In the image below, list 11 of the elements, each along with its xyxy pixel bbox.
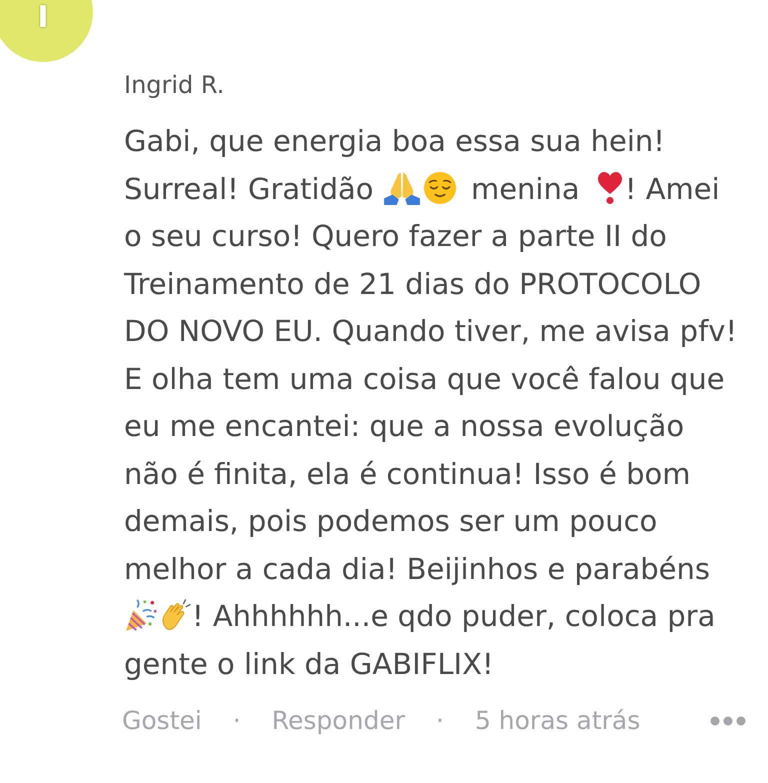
timestamp: 5 horas atrás [474,705,640,737]
avatar: I [0,0,93,62]
party-popper-icon [124,598,158,632]
author-name: Ingrid R. [124,70,226,100]
like-button[interactable]: Gostei [122,704,202,738]
reply-button[interactable]: Responder [272,704,405,738]
more-options-icon[interactable] [710,716,746,726]
separator-dot: · [232,705,241,737]
comment-text: Gabi, que energia boa essa sua hein! Surreal! Gratidão menina ! Amei o seu curso! Quero fazer a parte II do Treinamento de 21 dias do PROTOCOLO DO NOVO EU. Quando tiver, me avisa pfv! E olha tem uma coisa que você falou que eu me encantei: que a nossa evolução não é finita, ela é continua! Isso é bom demais, pois podemos ser um pouco melhor a cada dia! Beijinhos e parabéns ! Ahhhhhh...e qdo puder, coloca pra gente o link da GABIFLIX! [124,123,738,682]
praying-hands-icon [382,170,421,204]
separator-dot: · [436,705,444,737]
